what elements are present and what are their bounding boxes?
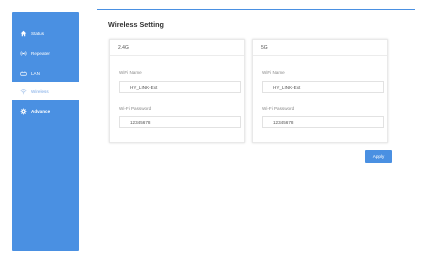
home-icon bbox=[20, 30, 27, 37]
sidebar-item-label: LAN bbox=[31, 70, 40, 76]
sidebar-item-advance[interactable]: Advance bbox=[12, 102, 79, 120]
sidebar-item-status[interactable]: Status bbox=[12, 24, 79, 42]
repeater-icon bbox=[20, 50, 27, 57]
sidebar: Status Repeater LAN Wireless Advance bbox=[12, 12, 79, 251]
wifi-name-input[interactable]: HY_LINK-Ext bbox=[119, 81, 241, 93]
sidebar-item-wireless[interactable]: Wireless bbox=[12, 82, 79, 100]
sidebar-item-lan[interactable]: LAN bbox=[12, 64, 79, 82]
sidebar-item-label: Advance bbox=[31, 108, 51, 114]
page-title: Wireless Setting bbox=[108, 20, 164, 29]
panel-header: 5G bbox=[253, 40, 387, 56]
wifi-password-input[interactable]: 12345678 bbox=[119, 116, 241, 128]
wifi-password-label: Wi-Fi Password bbox=[119, 106, 152, 111]
wifi-password-input[interactable]: 12345678 bbox=[262, 116, 384, 128]
wifi-name-label: WiFi Name bbox=[262, 70, 285, 75]
wifi-name-input[interactable]: HY_LINK-Ext bbox=[262, 81, 384, 93]
apply-button[interactable]: Apply bbox=[365, 150, 392, 163]
wifi-name-label: WiFi Name bbox=[119, 70, 142, 75]
header-divider bbox=[97, 9, 415, 10]
sidebar-item-label: Status bbox=[31, 30, 45, 36]
wifi-icon bbox=[20, 88, 27, 95]
panel-5g: 5G WiFi Name HY_LINK-Ext Wi-Fi Password … bbox=[252, 39, 388, 143]
panel-2g: 2.4G WiFi Name HY_LINK-Ext Wi-Fi Passwor… bbox=[109, 39, 245, 143]
sidebar-item-repeater[interactable]: Repeater bbox=[12, 44, 79, 62]
lan-icon bbox=[20, 70, 27, 77]
sidebar-item-label: Wireless bbox=[31, 88, 49, 94]
gear-icon bbox=[20, 108, 27, 115]
sidebar-item-label: Repeater bbox=[31, 50, 50, 56]
panel-header: 2.4G bbox=[110, 40, 244, 56]
wifi-password-label: Wi-Fi Password bbox=[262, 106, 295, 111]
